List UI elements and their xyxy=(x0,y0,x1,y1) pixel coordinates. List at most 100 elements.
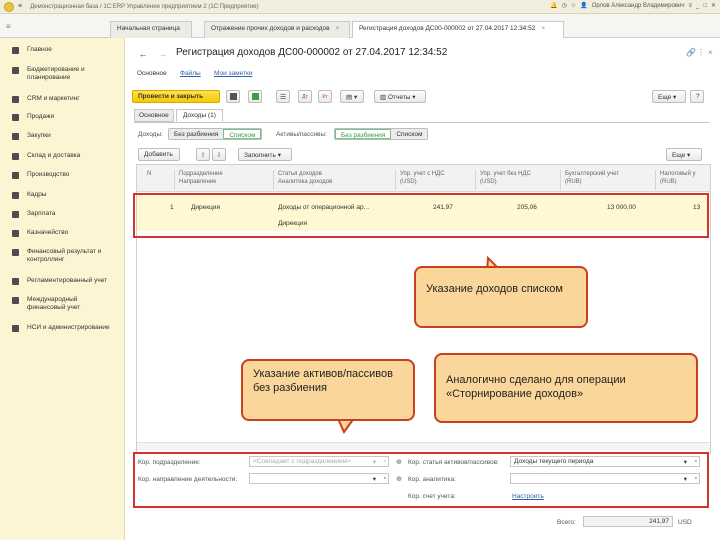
sidebar-item-sales[interactable]: Продажи xyxy=(0,113,125,121)
link-icon[interactable]: 🔗 xyxy=(686,48,696,57)
debit-credit-2-icon[interactable]: Кт xyxy=(318,90,332,103)
close-doc-icon[interactable]: × xyxy=(708,48,713,57)
post-close-button[interactable]: Провести и закрыть xyxy=(132,90,220,103)
link-main[interactable]: Основное xyxy=(137,70,167,77)
subtab-income[interactable]: Доходы (1) xyxy=(176,109,223,122)
main-menu-icon[interactable]: ≡ xyxy=(18,3,22,10)
kor-article-field[interactable]: Доходы текущего периода ▾ ▫ xyxy=(510,456,700,467)
minimize-icon[interactable]: _ xyxy=(696,3,699,9)
back-arrow-icon[interactable]: ← xyxy=(136,47,150,60)
more-dropdown[interactable]: Еще ▾ xyxy=(652,90,686,103)
subtab-main[interactable]: Основное xyxy=(134,109,174,122)
col-header-n[interactable]: N xyxy=(147,170,151,178)
tab-income-registration[interactable]: Регистрация доходов ДС00-000002 от 27.04… xyxy=(352,21,564,39)
sidebar-item-budget[interactable]: Бюджетирование и планирование xyxy=(0,66,125,82)
col-header-buh[interactable]: Бухгалтерский учет (RUB) xyxy=(560,170,619,190)
open-icon[interactable]: ▫ xyxy=(695,475,697,482)
debit-credit-icon[interactable]: Дт xyxy=(298,90,312,103)
close-tab-icon[interactable]: × xyxy=(336,25,340,32)
kor-dept-label: Кор. подразделение: xyxy=(138,459,201,466)
sidebar-item-finance[interactable]: Финансовый результат и контроллинг xyxy=(0,248,125,264)
reports-dropdown[interactable]: ▥ Отчеты ▾ xyxy=(374,90,426,103)
tab-other-income[interactable]: Отражение прочих доходов и расходов × xyxy=(204,21,350,38)
open-icon[interactable]: ▫ xyxy=(384,475,386,482)
link-notes[interactable]: Мои заметки xyxy=(214,70,252,77)
sidebar-item-crm[interactable]: CRM и маркетинг xyxy=(0,95,125,103)
income-list-option[interactable]: Списком xyxy=(223,129,262,139)
sidebar-item-production[interactable]: Производство xyxy=(0,171,125,179)
kor-direction-field[interactable]: ▾ ▫ xyxy=(249,473,389,484)
post-icon[interactable] xyxy=(248,90,262,103)
link-files[interactable]: Файлы xyxy=(180,70,201,77)
sidebar-item-main[interactable]: Главное xyxy=(0,46,125,54)
assets-no-split-option[interactable]: Без разбиения xyxy=(335,129,392,139)
dropdown-icon[interactable]: ▾ xyxy=(373,475,376,483)
user-icon[interactable]: 👤 xyxy=(580,2,587,9)
user-name[interactable]: Орлов Александр Владимирович xyxy=(592,3,685,9)
open-icon[interactable]: ▫ xyxy=(384,458,386,465)
close-icon[interactable]: ✕ xyxy=(711,2,716,9)
income-no-split-option[interactable]: Без разбиения xyxy=(169,129,224,139)
sidebar: Главное Бюджетирование и планирование CR… xyxy=(0,38,125,540)
save-icon[interactable] xyxy=(226,90,240,103)
sidebar-item-intl[interactable]: Международный финансовый учет xyxy=(0,296,125,312)
settings-icon[interactable]: ≡ xyxy=(688,3,692,9)
col-header-tax[interactable]: Налоговый у (RUB) xyxy=(655,170,696,190)
assets-list-option[interactable]: Списком xyxy=(391,129,428,139)
purchases-icon xyxy=(12,133,19,140)
move-down-icon[interactable]: ⇩ xyxy=(212,148,226,161)
maximize-icon[interactable]: □ xyxy=(703,3,707,9)
sidebar-item-treasury[interactable]: Казначейство xyxy=(0,229,125,237)
horizontal-scrollbar[interactable] xyxy=(137,442,710,450)
kor-dept-field[interactable]: <Совпадает с подразделением> ▾ ▫ xyxy=(249,456,389,467)
print-dropdown[interactable]: ▤ ▾ xyxy=(340,90,364,103)
move-up-icon[interactable]: ⇧ xyxy=(196,148,210,161)
fill-dropdown[interactable]: Заполнить ▾ xyxy=(238,148,292,161)
sidebar-item-label: Продажи xyxy=(27,113,55,120)
sidebar-item-salary[interactable]: Зарплата xyxy=(0,210,125,218)
forward-arrow-icon[interactable]: → xyxy=(156,47,170,60)
col-header-dept[interactable]: Подразделение Направление xyxy=(174,170,223,190)
notifications-icon[interactable]: 🔔 xyxy=(550,2,557,9)
help-button[interactable]: ? xyxy=(690,90,704,103)
kor-article-link-icon[interactable]: ⊕ xyxy=(396,458,402,466)
open-icon[interactable]: ▫ xyxy=(695,458,697,465)
configure-link[interactable]: Настроить xyxy=(512,493,544,500)
intl-icon xyxy=(12,297,19,304)
dropdown-icon[interactable]: ▾ xyxy=(373,458,376,466)
list-icon[interactable]: ☰ xyxy=(276,90,290,103)
kor-analytics-link-icon[interactable]: ⊕ xyxy=(396,475,402,483)
sidebar-item-label: Главное xyxy=(27,46,52,53)
sidebar-item-accounting[interactable]: Регламентированный учет xyxy=(0,277,125,285)
sidebar-item-hr[interactable]: Кадры xyxy=(0,191,125,199)
dropdown-icon[interactable]: ▾ xyxy=(684,475,687,483)
assets-mode-label: Активы/пассивы: xyxy=(276,131,327,138)
tab-label: Начальная страница xyxy=(117,25,180,32)
sidebar-item-admin[interactable]: НСИ и администрирование xyxy=(0,324,125,332)
table-more-dropdown[interactable]: Еще ▾ xyxy=(666,148,702,161)
col-header-upr-novat[interactable]: Упр. учет без НДС (USD) xyxy=(475,170,531,190)
history-icon[interactable]: ◷ xyxy=(562,2,567,9)
kebab-icon[interactable]: ⋮ xyxy=(697,48,705,57)
add-row-button[interactable]: Добавить xyxy=(138,148,180,161)
tabs-bar: ≡ Начальная страница Отражение прочих до… xyxy=(0,14,720,39)
tabs-menu-icon[interactable]: ≡ xyxy=(6,22,11,31)
crm-icon xyxy=(12,96,19,103)
kor-analytics-field[interactable]: ▾ ▫ xyxy=(510,473,700,484)
col-header-article[interactable]: Статья доходов Аналитика доходов xyxy=(273,170,332,190)
col-header-line1: Налоговый у xyxy=(660,171,696,177)
tab-home[interactable]: Начальная страница xyxy=(110,21,192,38)
col-header-upr-vat[interactable]: Упр. учет с НДС (USD) xyxy=(395,170,445,190)
sidebar-item-warehouse[interactable]: Склад и доставка xyxy=(0,152,125,160)
favorites-icon[interactable]: ☆ xyxy=(571,2,576,9)
close-tab-icon[interactable]: × xyxy=(541,25,545,32)
table-more-label: Еще xyxy=(672,152,686,159)
col-header-line2: Аналитика доходов xyxy=(278,179,333,185)
kor-analytics-label: Кор. аналитика: xyxy=(408,476,456,483)
sidebar-item-label: НСИ и администрирование xyxy=(27,324,110,331)
sidebar-item-label: Бюджетирование и планирование xyxy=(27,66,85,81)
finance-icon xyxy=(12,249,19,256)
sidebar-item-purchases[interactable]: Закупки xyxy=(0,132,125,140)
assets-mode-switch: Без разбиения Списком xyxy=(334,128,429,140)
dropdown-icon[interactable]: ▾ xyxy=(684,458,687,466)
